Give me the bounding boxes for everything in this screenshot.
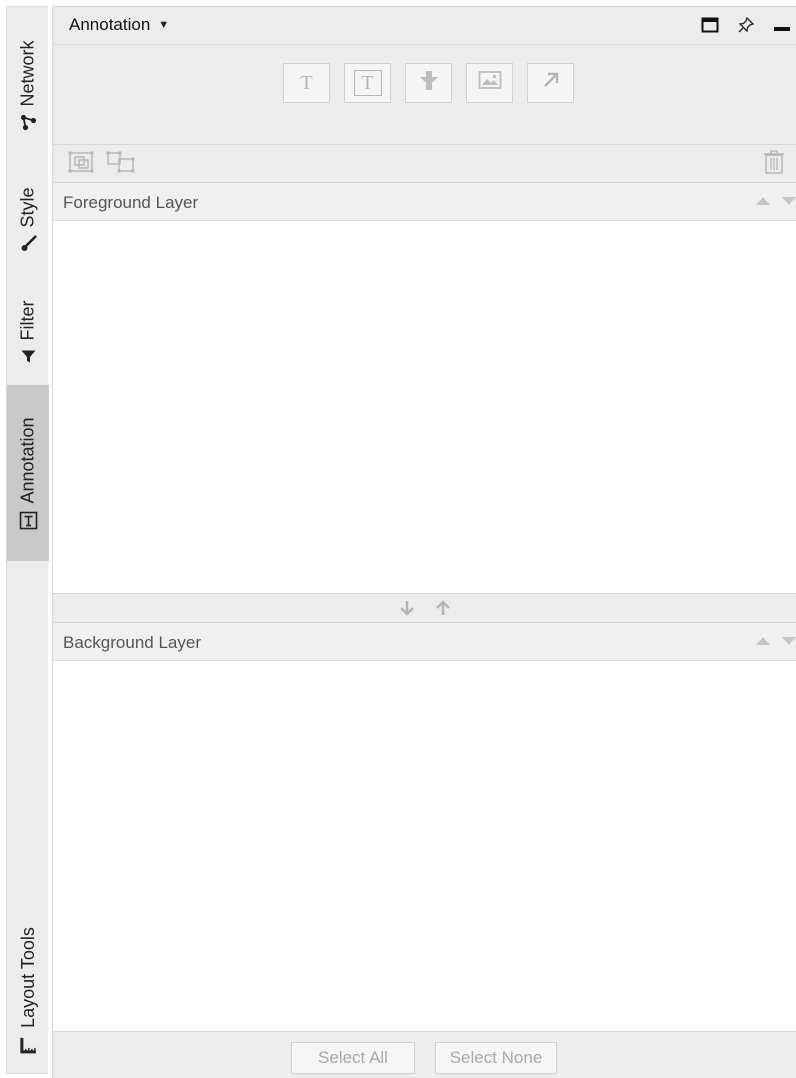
add-bounded-text-button[interactable]: T bbox=[344, 63, 391, 103]
minimize-icon[interactable] bbox=[772, 15, 792, 35]
shape-icon bbox=[417, 68, 441, 98]
group-icon bbox=[68, 150, 94, 179]
move-to-background-button[interactable] bbox=[399, 600, 415, 621]
maximize-icon[interactable] bbox=[700, 15, 720, 35]
tab-layout-tools[interactable]: Layout Tools bbox=[7, 905, 49, 1075]
background-layer-label: Background Layer bbox=[63, 633, 201, 652]
foreground-layer-list[interactable] bbox=[53, 221, 796, 593]
selection-button-bar: Select All Select None bbox=[53, 1031, 796, 1078]
annotation-tool-bar: T T bbox=[53, 45, 796, 145]
annotation-panel: Annotation ▼ T T Foreground Layer Backgr… bbox=[52, 6, 796, 1078]
foreground-move-up-icon[interactable] bbox=[756, 197, 770, 205]
brush-icon bbox=[20, 235, 36, 251]
text-tool-glyph: T bbox=[300, 71, 313, 94]
tab-layout-tools-label: Layout Tools bbox=[17, 926, 38, 1028]
foreground-layer-header: Foreground Layer bbox=[53, 183, 796, 221]
arrow-icon bbox=[540, 69, 562, 97]
ruler-icon bbox=[19, 1035, 37, 1053]
add-image-button[interactable] bbox=[466, 63, 513, 103]
side-tab-strip: Network Style Filter Annotation Layout T… bbox=[6, 6, 49, 1075]
foreground-move-down-icon[interactable] bbox=[782, 197, 796, 205]
tab-annotation-label: Annotation bbox=[17, 416, 38, 504]
bounded-text-glyph: T bbox=[361, 71, 374, 94]
network-icon bbox=[20, 114, 36, 130]
ungroup-icon bbox=[106, 150, 136, 179]
chevron-down-icon: ▼ bbox=[158, 19, 170, 31]
background-layer-list[interactable] bbox=[53, 661, 796, 1031]
text-box-icon bbox=[19, 511, 37, 529]
layer-move-bar bbox=[53, 593, 796, 623]
tab-network[interactable]: Network bbox=[7, 21, 49, 149]
tab-annotation[interactable]: Annotation bbox=[7, 385, 49, 561]
background-layer-header: Background Layer bbox=[53, 623, 796, 661]
trash-icon bbox=[763, 149, 785, 180]
panel-title: Annotation bbox=[69, 15, 151, 34]
select-all-button[interactable]: Select All bbox=[291, 1042, 415, 1074]
panel-title-dropdown[interactable]: Annotation ▼ bbox=[69, 15, 169, 35]
tab-style[interactable]: Style bbox=[7, 173, 49, 265]
tab-filter[interactable]: Filter bbox=[7, 287, 49, 377]
group-button[interactable] bbox=[67, 151, 95, 177]
panel-title-bar: Annotation ▼ bbox=[53, 7, 796, 45]
tab-filter-label: Filter bbox=[17, 300, 38, 340]
move-to-foreground-button[interactable] bbox=[435, 600, 451, 621]
bounded-text-icon: T bbox=[353, 70, 382, 96]
add-shape-button[interactable] bbox=[405, 63, 452, 103]
delete-button[interactable] bbox=[760, 149, 788, 180]
ungroup-button[interactable] bbox=[106, 150, 136, 179]
pin-icon[interactable] bbox=[736, 15, 756, 35]
add-arrow-button[interactable] bbox=[527, 63, 574, 103]
tab-style-label: Style bbox=[17, 186, 38, 228]
background-move-down-icon[interactable] bbox=[782, 637, 796, 645]
filter-icon bbox=[20, 348, 36, 364]
tab-network-label: Network bbox=[17, 39, 38, 107]
add-text-button[interactable]: T bbox=[283, 63, 330, 103]
image-icon bbox=[478, 70, 502, 96]
action-bar bbox=[53, 145, 796, 183]
select-none-button[interactable]: Select None bbox=[435, 1042, 557, 1074]
background-move-up-icon[interactable] bbox=[756, 637, 770, 645]
foreground-layer-label: Foreground Layer bbox=[63, 193, 199, 212]
